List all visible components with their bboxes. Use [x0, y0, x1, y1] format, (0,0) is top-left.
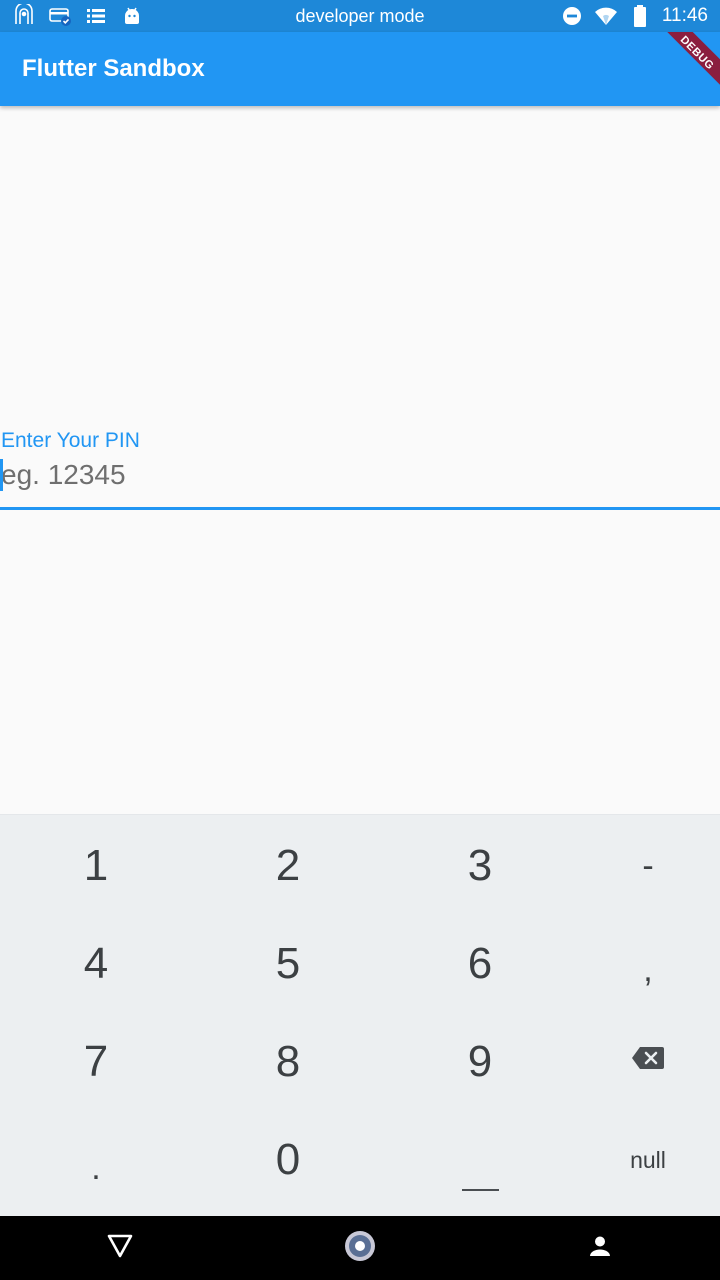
debug-banner: DEBUG: [653, 32, 720, 97]
wifi-icon: [594, 4, 618, 28]
pin-text-field[interactable]: Enter Your PIN eg. 12345: [0, 425, 720, 511]
key-comma[interactable]: ,: [558, 921, 720, 1019]
status-bar: developer mode 11:46: [0, 0, 720, 32]
account-button[interactable]: [580, 1228, 620, 1268]
account-icon: [588, 1234, 612, 1262]
pin-field-label: Enter Your PIN: [1, 429, 140, 452]
key-period[interactable]: .: [6, 1119, 186, 1217]
key-2[interactable]: 2: [198, 817, 378, 915]
status-icons-right: 11:46: [560, 4, 708, 28]
back-icon: [107, 1234, 133, 1262]
debug-banner-text: DEBUG: [677, 33, 717, 73]
backspace-icon: [631, 1046, 665, 1075]
space-bar-icon: [462, 1189, 499, 1191]
home-button[interactable]: [340, 1228, 380, 1268]
key-minus[interactable]: -: [558, 817, 720, 915]
key-backspace[interactable]: [558, 1011, 720, 1109]
home-icon: [343, 1229, 377, 1267]
numeric-keyboard: 1 2 3 - 4 5 6 , 7 8 9 . 0 null: [0, 814, 720, 1216]
back-button[interactable]: [100, 1228, 140, 1268]
clock: 11:46: [661, 5, 708, 26]
navigation-bar: [0, 1216, 720, 1280]
key-null[interactable]: null: [558, 1111, 720, 1209]
text-cursor: [0, 459, 3, 491]
pin-input[interactable]: eg. 12345: [0, 457, 720, 495]
pin-placeholder: eg. 12345: [1, 459, 126, 490]
key-6[interactable]: 6: [390, 915, 570, 1013]
key-4[interactable]: 4: [6, 915, 186, 1013]
key-7[interactable]: 7: [6, 1013, 186, 1111]
key-1[interactable]: 1: [6, 817, 186, 915]
key-5[interactable]: 5: [198, 915, 378, 1013]
key-0[interactable]: 0: [198, 1111, 378, 1209]
do-not-disturb-icon: [560, 4, 584, 28]
app-title: Flutter Sandbox: [22, 55, 205, 82]
key-8[interactable]: 8: [198, 1013, 378, 1111]
app-bar: Flutter Sandbox DEBUG: [0, 32, 720, 106]
key-3[interactable]: 3: [390, 817, 570, 915]
battery-icon: [628, 4, 652, 28]
key-9[interactable]: 9: [390, 1013, 570, 1111]
key-space[interactable]: [390, 1111, 570, 1209]
pin-field-underline: [0, 507, 720, 510]
